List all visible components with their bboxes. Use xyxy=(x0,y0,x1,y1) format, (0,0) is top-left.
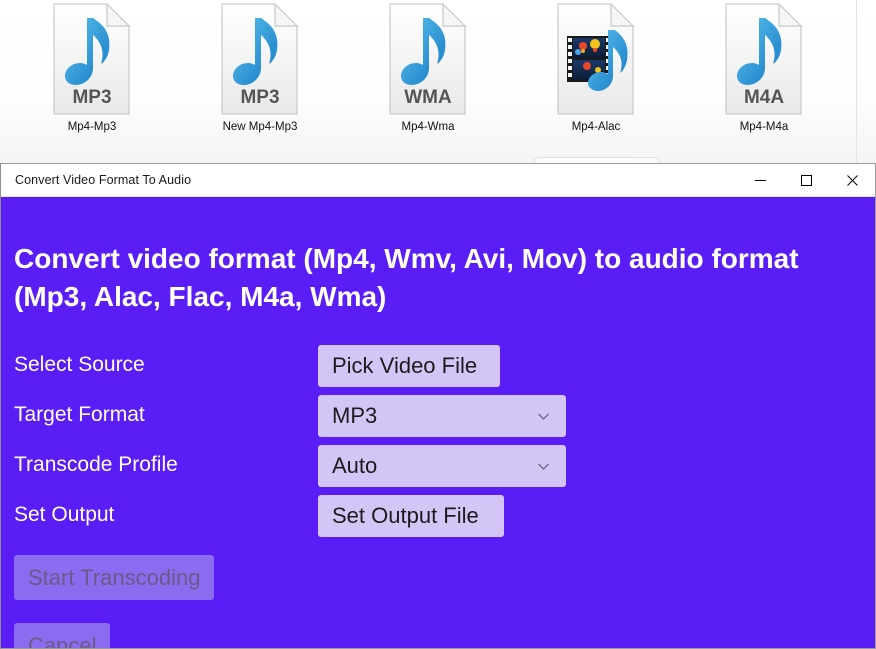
audio-file-icon: MP3 xyxy=(217,2,303,116)
maximize-icon xyxy=(800,175,812,186)
desktop-icon[interactable]: M4A Mp4-M4a xyxy=(680,2,848,134)
form-row: Select Source Pick Video File xyxy=(1,345,875,395)
desktop-icon[interactable]: WMA Mp4-Wma xyxy=(344,2,512,134)
desktop-background: MP3 Mp4-Mp3 MP3 New Mp4-Mp3 WMA Mp4-Wma xyxy=(0,0,876,166)
form-label: Target Format xyxy=(14,403,145,426)
desktop-icon-label: Mp4-M4a xyxy=(739,121,789,133)
form-row: Target Format MP3 xyxy=(1,395,875,445)
audio-file-icon: M4A xyxy=(721,2,807,116)
window-titlebar: Convert Video Format To Audio xyxy=(1,164,875,197)
svg-text:MP3: MP3 xyxy=(240,87,279,108)
desktop-icon-row: MP3 Mp4-Mp3 MP3 New Mp4-Mp3 WMA Mp4-Wma xyxy=(0,0,876,166)
form-label: Transcode Profile xyxy=(14,453,178,476)
minimize-button[interactable] xyxy=(737,164,783,197)
form-button-select-source[interactable]: Pick Video File xyxy=(318,345,500,387)
control-value: Pick Video File xyxy=(332,353,478,378)
control-value: Auto xyxy=(332,453,378,478)
close-button[interactable] xyxy=(829,164,875,197)
audio-file-icon: WMA xyxy=(385,2,471,116)
form-area: Select Source Pick Video File Target Forma… xyxy=(1,345,875,545)
page-heading: Convert video format (Mp4, Wmv, Avi, Mov… xyxy=(14,243,799,312)
desktop-icon[interactable]: MP3 Mp4-Mp3 xyxy=(8,2,176,134)
form-button-set-output[interactable]: Set Output File xyxy=(318,495,504,537)
desktop-icon[interactable]: MP3 New Mp4-Mp3 xyxy=(176,2,344,134)
video-file-icon xyxy=(553,2,639,116)
window-title: Convert Video Format To Audio xyxy=(15,173,192,187)
desktop-icon-label: New Mp4-Mp3 xyxy=(222,121,298,133)
action-button-label: Cancel xyxy=(28,632,97,649)
form-row: Transcode Profile Auto xyxy=(1,445,875,495)
close-icon xyxy=(846,175,858,186)
desktop-icon-label: Mp4-Alac xyxy=(571,121,621,133)
control-value: MP3 xyxy=(332,403,378,428)
desktop-icon-label: Mp4-Mp3 xyxy=(67,121,117,133)
action-button-label: Start Transcoding xyxy=(28,564,201,590)
form-row: Set Output Set Output File xyxy=(1,495,875,545)
svg-text:M4A: M4A xyxy=(744,87,784,108)
desktop-icon[interactable]: Mp4-Alac xyxy=(512,2,680,134)
form-label: Set Output xyxy=(14,503,115,526)
form-label: Select Source xyxy=(14,353,145,376)
convert-video-window: Convert Video Format To Audio Convert vi… xyxy=(0,163,876,649)
chevron-down-icon xyxy=(537,412,550,421)
audio-file-icon: MP3 xyxy=(49,2,135,116)
action-button-start-transcoding[interactable]: Start Transcoding xyxy=(14,555,215,600)
control-value: Set Output File xyxy=(332,503,479,528)
chevron-down-icon xyxy=(537,462,550,471)
maximize-button[interactable] xyxy=(783,164,829,197)
form-select-transcode-profile[interactable]: Auto xyxy=(318,445,566,487)
svg-text:WMA: WMA xyxy=(404,87,452,108)
window-controls xyxy=(737,164,875,197)
svg-text:MP3: MP3 xyxy=(72,87,111,108)
minimize-icon xyxy=(754,180,766,181)
window-body: Convert video format (Mp4, Wmv, Avi, Mov… xyxy=(1,197,875,649)
action-button-cancel[interactable]: Cancel xyxy=(14,623,111,649)
form-select-target-format[interactable]: MP3 xyxy=(318,395,566,437)
desktop-icon-label: Mp4-Wma xyxy=(401,121,455,133)
